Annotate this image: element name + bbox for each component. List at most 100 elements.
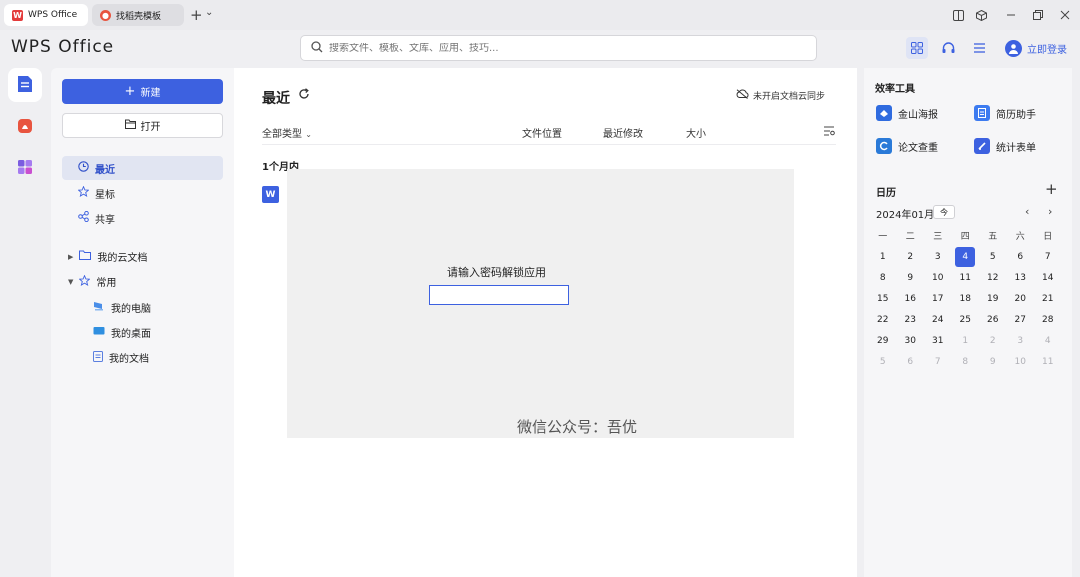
calendar-day[interactable]: 13 — [1007, 267, 1035, 288]
list-settings-icon[interactable] — [824, 126, 835, 139]
caret-down-icon[interactable]: ▼ — [68, 278, 73, 286]
word-file-icon[interactable]: W — [262, 186, 279, 203]
new-button[interactable]: + 新建 — [62, 79, 223, 104]
tool-resume[interactable]: 简历助手 — [974, 102, 1036, 124]
headset-icon[interactable] — [937, 37, 959, 59]
calendar-day[interactable]: 15 — [869, 288, 897, 309]
plagiarism-icon — [876, 138, 892, 154]
tool-plagiarism[interactable]: 论文查重 — [876, 135, 938, 157]
tab-menu-icon[interactable]: ⌄ — [205, 7, 213, 18]
today-button[interactable]: 今 — [933, 205, 955, 219]
poster-icon — [876, 105, 892, 121]
calendar-day[interactable]: 8 — [869, 267, 897, 288]
next-month-icon[interactable]: › — [1048, 205, 1052, 218]
tool-poster[interactable]: 金山海报 — [876, 102, 938, 124]
calendar-day[interactable]: 20 — [1007, 288, 1035, 309]
menu-icon[interactable] — [968, 37, 990, 59]
calendar-day[interactable]: 9 — [979, 351, 1007, 372]
refresh-icon[interactable] — [298, 88, 310, 104]
calendar-day[interactable]: 26 — [979, 309, 1007, 330]
nav-item-my-computer[interactable]: 我的电脑 — [93, 300, 151, 315]
calendar-day[interactable]: 31 — [924, 330, 952, 351]
calendar-day[interactable]: 6 — [897, 351, 925, 372]
prev-month-icon[interactable]: ‹ — [1025, 205, 1029, 218]
calendar-day[interactable]: 29 — [869, 330, 897, 351]
calendar-day[interactable]: 7 — [924, 351, 952, 372]
calendar-day[interactable]: 2 — [897, 246, 925, 267]
search-bar[interactable] — [300, 35, 817, 61]
calendar-day[interactable]: 28 — [1034, 309, 1062, 330]
calendar-day[interactable]: 19 — [979, 288, 1007, 309]
password-input[interactable] — [429, 285, 569, 305]
nav-item-label: 共享 — [95, 214, 115, 226]
calendar-day[interactable]: 1 — [869, 246, 897, 267]
clock-icon — [78, 161, 89, 175]
open-button[interactable]: 打开 — [62, 113, 223, 138]
calendar-day[interactable]: 27 — [1007, 309, 1035, 330]
calendar-day[interactable]: 10 — [1007, 351, 1035, 372]
calendar-day[interactable]: 21 — [1034, 288, 1062, 309]
weekday-label: 二 — [905, 232, 915, 242]
minimize-icon[interactable] — [1002, 6, 1020, 24]
calendar-day[interactable]: 10 — [924, 267, 952, 288]
login-button[interactable]: 立即登录 — [1005, 37, 1067, 59]
nav-item-cloud-docs[interactable]: ▶ 我的云文档 — [68, 249, 147, 264]
weekday-label: 三 — [933, 232, 943, 242]
tool-forms[interactable]: 统计表单 — [974, 135, 1036, 157]
calendar-day[interactable]: 23 — [897, 309, 925, 330]
calendar-day[interactable]: 8 — [952, 351, 980, 372]
pin-icon — [78, 274, 91, 289]
caret-right-icon[interactable]: ▶ — [68, 253, 73, 261]
calendar-day[interactable]: 5 — [979, 246, 1007, 267]
rail-template-button[interactable] — [8, 110, 42, 144]
rail-docs-button[interactable] — [8, 68, 42, 102]
calendar-day[interactable]: 17 — [924, 288, 952, 309]
daoke-logo-icon: ● — [100, 9, 111, 21]
calendar-day[interactable]: 1 — [952, 330, 980, 351]
tab-wps-office[interactable]: W WPS Office — [4, 4, 88, 26]
column-modified[interactable]: 最近修改 — [603, 125, 643, 140]
calendar-day[interactable]: 3 — [1007, 330, 1035, 351]
nav-item-my-documents[interactable]: 我的文档 — [93, 350, 149, 365]
calendar-day[interactable]: 30 — [897, 330, 925, 351]
calendar-day[interactable]: 6 — [1007, 246, 1035, 267]
cloud-sync-button[interactable]: 未开启文档云同步 — [736, 89, 825, 102]
tab-label: WPS Office — [28, 10, 78, 20]
column-location[interactable]: 文件位置 — [522, 125, 562, 140]
calendar-day[interactable]: 11 — [952, 267, 980, 288]
cube-icon[interactable] — [972, 6, 990, 24]
tab-template[interactable]: ● 找稻壳模板 — [92, 4, 184, 26]
calendar-day[interactable]: 2 — [979, 330, 1007, 351]
close-icon[interactable] — [1056, 6, 1074, 24]
calendar-day[interactable]: 7 — [1034, 246, 1062, 267]
calendar-day[interactable]: 22 — [869, 309, 897, 330]
calendar-day[interactable]: 3 — [924, 246, 952, 267]
nav-item-shared[interactable]: 共享 — [62, 206, 223, 230]
nav-item-recent[interactable]: 最近 — [62, 156, 223, 180]
add-event-icon[interactable]: + — [1045, 180, 1058, 198]
nav-item-my-desktop[interactable]: 我的桌面 — [93, 325, 151, 340]
chevron-down-icon: ⌄ — [305, 130, 312, 139]
calendar-day[interactable]: 4 — [1034, 330, 1062, 351]
calendar-day[interactable]: 9 — [897, 267, 925, 288]
nav-item-common[interactable]: ▼ 常用 — [68, 274, 116, 289]
restore-icon[interactable] — [1029, 6, 1047, 24]
nav-item-starred[interactable]: 星标 — [62, 181, 223, 205]
calendar-day[interactable]: 18 — [952, 288, 980, 309]
calendar-day[interactable]: 16 — [897, 288, 925, 309]
calendar-day[interactable]: 25 — [952, 309, 980, 330]
calendar-day[interactable]: 24 — [924, 309, 952, 330]
calendar-day[interactable]: 12 — [979, 267, 1007, 288]
apps-grid-icon[interactable] — [906, 37, 928, 59]
rail-apps-button[interactable] — [8, 151, 42, 185]
layout-icon[interactable] — [949, 6, 967, 24]
calendar-day[interactable]: 4 — [952, 246, 980, 267]
search-input[interactable] — [329, 42, 789, 54]
add-tab-button[interactable]: + — [190, 6, 203, 24]
column-size[interactable]: 大小 — [686, 125, 706, 140]
document-icon — [17, 75, 33, 96]
calendar-day[interactable]: 11 — [1034, 351, 1062, 372]
calendar-day[interactable]: 14 — [1034, 267, 1062, 288]
filter-dropdown[interactable]: 全部类型 ⌄ — [262, 125, 312, 140]
calendar-day[interactable]: 5 — [869, 351, 897, 372]
